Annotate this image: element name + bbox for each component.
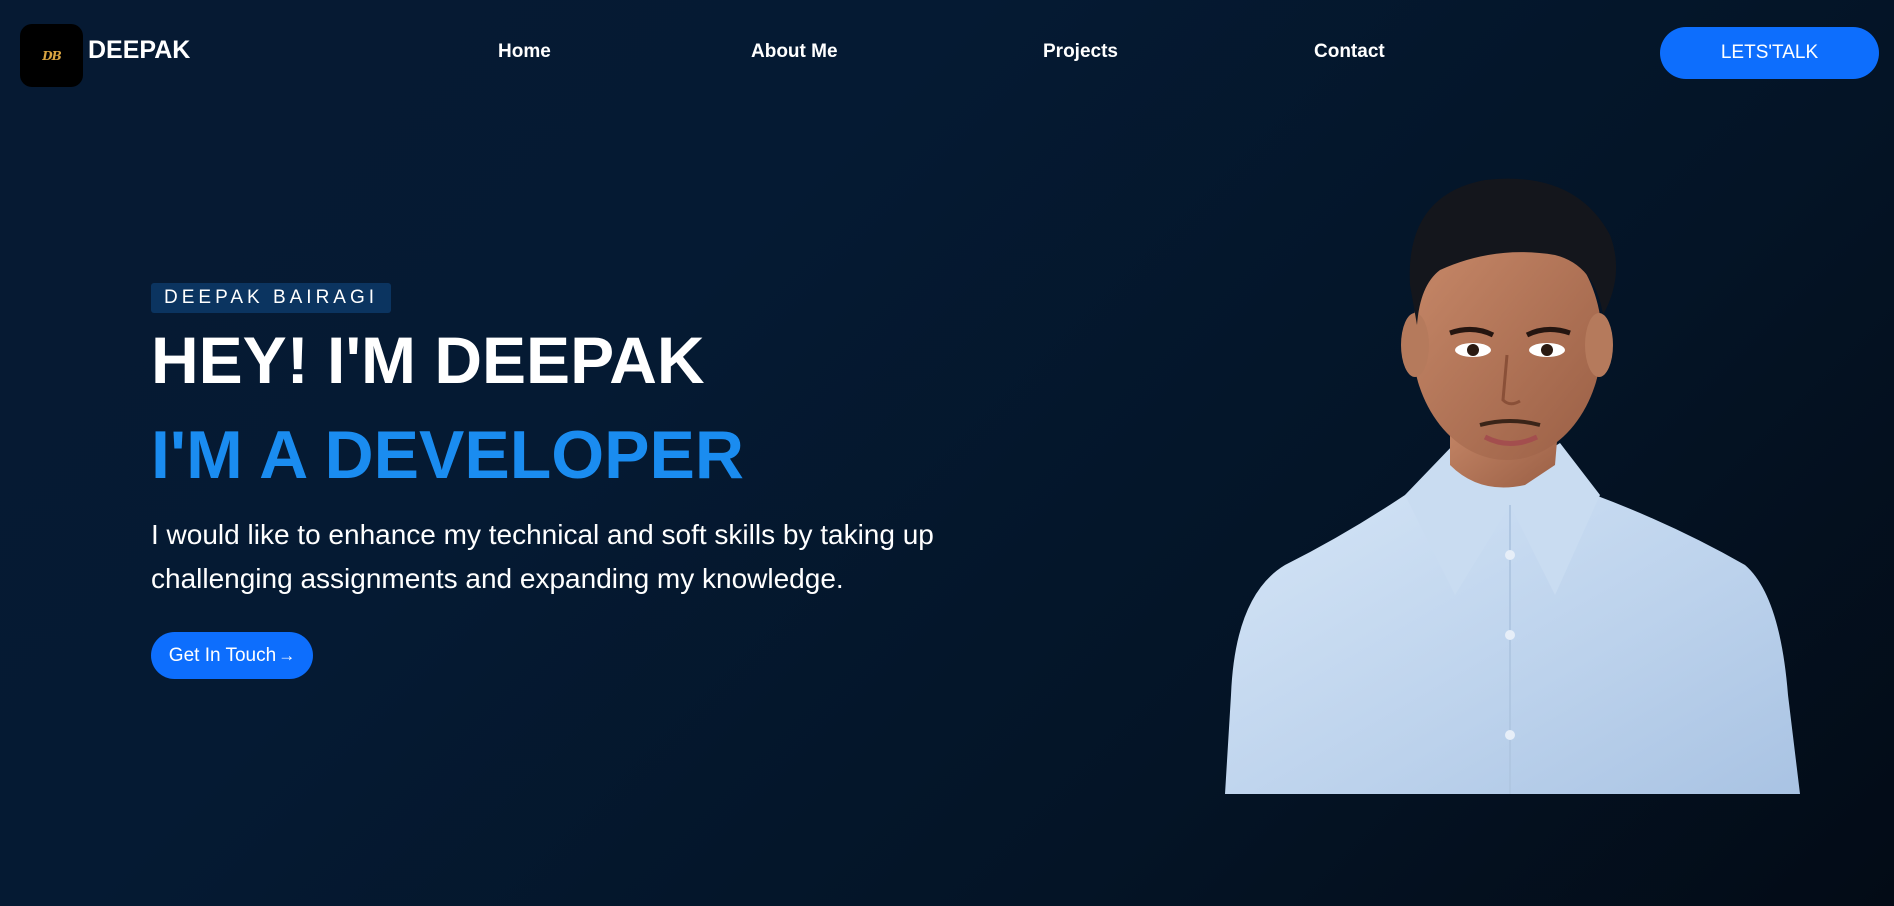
nav-about-link[interactable]: About Me (751, 41, 838, 63)
nav-projects-link[interactable]: Projects (1043, 41, 1118, 63)
logo[interactable]: DB (20, 24, 83, 87)
get-in-touch-button[interactable]: Get In Touch → (151, 632, 313, 679)
brand-name[interactable]: DEEPAK (88, 36, 190, 65)
arrow-right-icon: → (278, 645, 296, 665)
logo-mark: DB (42, 48, 62, 63)
portrait-photo (1225, 178, 1800, 794)
hero-headline: HEY! I'M DEEPAK (151, 323, 705, 397)
tagline-badge: DEEPAK BAIRAGI (151, 283, 392, 313)
lets-talk-button[interactable]: LETS'TALK (1660, 27, 1879, 79)
nav-home-link[interactable]: Home (498, 41, 551, 63)
navbar: DB DEEPAK Home About Me Projects Contact… (0, 0, 1894, 106)
nav-contact-link[interactable]: Contact (1314, 41, 1385, 63)
hero-subheadline: I'M A DEVELOPER (151, 417, 744, 493)
hero-description: I would like to enhance my technical and… (151, 519, 934, 594)
get-in-touch-label: Get In Touch (168, 644, 277, 666)
